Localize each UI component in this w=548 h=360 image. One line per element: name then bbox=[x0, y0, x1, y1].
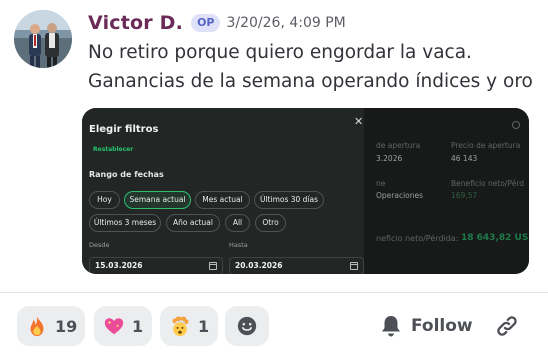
fire-emoji-icon bbox=[30, 315, 44, 337]
reaction-count: 19 bbox=[55, 316, 78, 336]
to-date-field[interactable]: 20.03.2026 bbox=[229, 257, 364, 274]
link-icon bbox=[497, 316, 517, 336]
chip-ano-actual[interactable]: Año actual bbox=[166, 214, 220, 232]
total-net-profit-value: 18 643,82 USD bbox=[461, 233, 529, 243]
ops-prefix: ne bbox=[376, 179, 386, 188]
divider bbox=[0, 292, 548, 293]
follow-button[interactable]: Follow bbox=[380, 313, 473, 339]
reaction-sparkling-heart[interactable]: 1 bbox=[94, 306, 152, 346]
add-reaction-icon bbox=[237, 316, 257, 336]
add-reaction-button[interactable] bbox=[225, 306, 269, 346]
chip-ultimos-3-meses[interactable]: Últimos 3 meses bbox=[89, 214, 161, 232]
bell-icon bbox=[382, 316, 400, 337]
to-date-value: 20.03.2026 bbox=[235, 261, 283, 270]
chip-ultimos-30-dias[interactable]: Últimos 30 días bbox=[254, 191, 324, 209]
op-badge: OP bbox=[191, 14, 221, 32]
follow-label: Follow bbox=[411, 316, 473, 336]
sparkling-heart-emoji-icon bbox=[104, 318, 124, 335]
chip-all[interactable]: All bbox=[225, 214, 250, 232]
operations-label: Operaciones bbox=[376, 191, 424, 200]
post-timestamp: 3/20/26, 4:09 PM bbox=[226, 15, 346, 31]
net-profit-value: 169,57 bbox=[451, 191, 478, 200]
clock-icon bbox=[512, 121, 520, 129]
from-label: Desde bbox=[89, 241, 110, 249]
author-name[interactable]: Victor D. bbox=[88, 12, 183, 34]
reaction-count: 1 bbox=[198, 316, 210, 336]
total-net-profit-label: neficio neto/Pérdida: bbox=[376, 234, 459, 243]
filter-panel-title: Elegir filtros bbox=[89, 124, 159, 135]
open-date-value: 3.2026 bbox=[376, 154, 403, 163]
chip-semana-actual[interactable]: Semana actual bbox=[124, 191, 191, 209]
open-price-value: 46 143 bbox=[451, 154, 478, 163]
message-line: No retiro porque quiero engordar la vaca… bbox=[88, 42, 472, 63]
open-price-label: Precio de apertura bbox=[451, 141, 521, 150]
from-date-field[interactable]: 15.03.2026 bbox=[89, 257, 223, 274]
from-date-value: 15.03.2026 bbox=[95, 261, 143, 270]
message-line: Ganancias de la semana operando índices … bbox=[88, 71, 533, 92]
embedded-screenshot[interactable]: de apertura 3.2026 Precio de apertura 46… bbox=[82, 108, 529, 274]
filter-panel: Elegir filtros ✕ Restablecer Rango de fe… bbox=[82, 108, 364, 274]
author-avatar[interactable] bbox=[14, 10, 72, 68]
calendar-icon[interactable] bbox=[209, 262, 217, 270]
reaction-exploding-head[interactable]: 1 bbox=[160, 306, 218, 346]
chip-mes-actual[interactable]: Mes actual bbox=[195, 191, 250, 209]
open-date-label: de apertura bbox=[376, 141, 421, 150]
calendar-icon[interactable] bbox=[350, 262, 358, 270]
reaction-count: 1 bbox=[132, 316, 144, 336]
post-message: No retiro porque quiero engordar la vaca… bbox=[88, 38, 538, 96]
reaction-fire[interactable]: 19 bbox=[17, 306, 85, 346]
chip-hoy[interactable]: Hoy bbox=[89, 191, 120, 209]
net-profit-label: Beneficio neto/Pérd bbox=[451, 179, 525, 188]
reset-filters-link[interactable]: Restablecer bbox=[93, 146, 133, 153]
post-header: Victor D. OP 3/20/26, 4:09 PM bbox=[88, 12, 346, 34]
close-icon[interactable]: ✕ bbox=[354, 116, 363, 127]
date-range-label: Rango de fechas bbox=[89, 170, 164, 179]
copy-link-button[interactable] bbox=[493, 312, 521, 340]
to-label: Hasta bbox=[229, 241, 248, 249]
chip-otro[interactable]: Otro bbox=[255, 214, 286, 232]
exploding-head-emoji-icon bbox=[172, 316, 189, 337]
